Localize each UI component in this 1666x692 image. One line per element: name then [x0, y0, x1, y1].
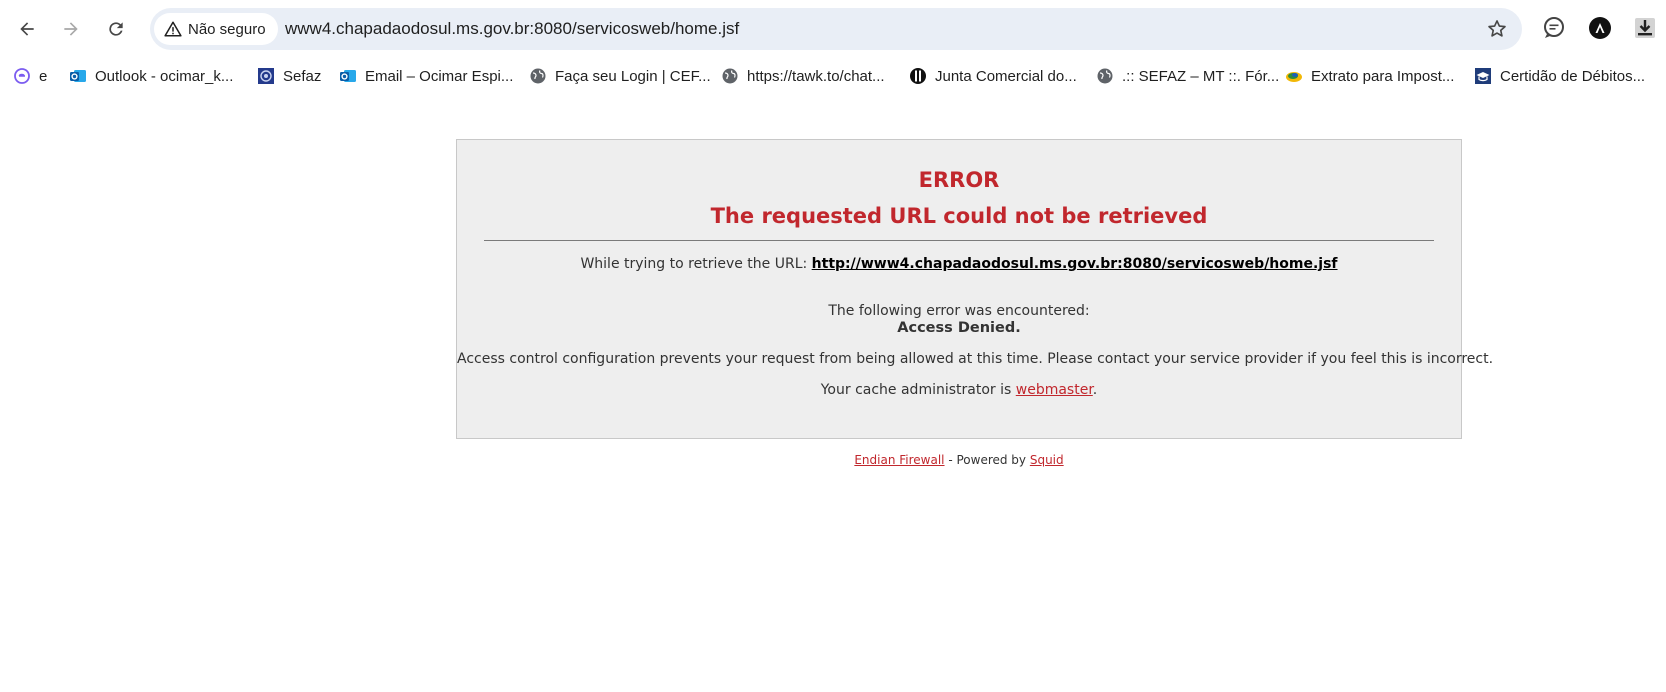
junta-icon [909, 67, 927, 85]
reload-icon [109, 22, 123, 36]
address-bar[interactable]: Não seguro www4.chapadaodosul.ms.gov.br:… [150, 8, 1522, 50]
reload-button[interactable] [100, 13, 132, 45]
sefaz-crest-icon [257, 67, 275, 85]
bookmark-item[interactable]: Junta Comercial do... [909, 65, 1077, 87]
cache-admin-prefix: Your cache administrator is [820, 382, 1016, 398]
bookmark-label: Email – Ocimar Espi... [365, 67, 514, 85]
bookmark-item[interactable]: Sefaz [257, 65, 321, 87]
download-icon [1635, 18, 1655, 38]
endian-firewall-link[interactable]: Endian Firewall [854, 453, 944, 467]
graduation-cap-icon [1474, 67, 1492, 85]
bookmark-label: Certidão de Débitos... [1500, 67, 1646, 85]
globe-icon [721, 67, 739, 85]
security-indicator[interactable]: Não seguro [154, 13, 278, 45]
bookmark-label: Extrato para Impost... [1311, 67, 1455, 85]
bookmark-label: .:: SEFAZ – MT ::. Fór... [1122, 67, 1280, 85]
bookmark-item[interactable]: Extrato para Impost... [1285, 65, 1454, 87]
bookmark-label: Faça seu Login | CEF... [555, 67, 711, 85]
bookmark-label: Outlook - ocimar_k... [95, 67, 234, 85]
receita-icon [1285, 67, 1303, 85]
webmaster-link[interactable]: webmaster [1016, 382, 1093, 398]
bookmark-item[interactable]: Faça seu Login | CEF... [529, 65, 711, 87]
globe-icon [529, 67, 547, 85]
download-button[interactable] [1632, 15, 1658, 41]
error-encountered-text: The following error was encountered: [828, 303, 1090, 319]
back-button[interactable] [11, 13, 43, 45]
footer: Endian Firewall - Powered by Squid [456, 453, 1462, 467]
star-icon[interactable] [1486, 18, 1508, 40]
cache-admin-suffix: . [1092, 382, 1098, 398]
extension-button[interactable] [1587, 15, 1613, 41]
chat-bubble-icon [1544, 17, 1564, 38]
bookmark-item[interactable]: Email – Ocimar Espi... [339, 65, 513, 87]
error-panel: ERROR The requested URL could not be ret… [456, 139, 1494, 439]
divider [484, 240, 1434, 241]
letter-a-circle-icon [1589, 17, 1611, 39]
retrieve-url-line: While trying to retrieve the URL: http:/… [457, 256, 1461, 272]
arrow-left-icon [20, 22, 34, 36]
bookmark-label: e [39, 67, 48, 85]
bookmark-item[interactable]: Certidão de Débitos... [1474, 65, 1645, 87]
bookmark-label: Sefaz [283, 67, 322, 85]
bookmarks-bar: e Outlook - ocimar_k... Sefaz Email – Oc… [0, 58, 1666, 94]
requested-url-link[interactable]: http://www4.chapadaodosul.ms.gov.br:8080… [812, 256, 1338, 272]
bookmark-item[interactable]: https://tawk.to/chat... [721, 65, 885, 87]
security-label: Não seguro [188, 20, 266, 38]
cache-admin-line: Your cache administrator is webmaster. [457, 382, 1461, 398]
squid-link[interactable]: Squid [1030, 453, 1064, 467]
footer-powered-by: - Powered by [944, 453, 1030, 467]
forward-button[interactable] [55, 13, 87, 45]
outlook-icon [69, 67, 87, 85]
bookmark-item[interactable]: .:: SEFAZ – MT ::. Fór... [1096, 65, 1279, 87]
swirl-e-icon [13, 67, 31, 85]
error-name: Access Denied. [897, 320, 1021, 336]
globe-icon [1096, 67, 1114, 85]
url-text[interactable]: www4.chapadaodosul.ms.gov.br:8080/servic… [285, 19, 739, 39]
bookmark-item[interactable]: e [13, 65, 47, 87]
error-description: Access control configuration prevents yo… [457, 351, 1494, 367]
bookmark-label: https://tawk.to/chat... [747, 67, 885, 85]
error-subtitle: The requested URL could not be retrieved [710, 204, 1208, 228]
bookmark-item[interactable]: Outlook - ocimar_k... [69, 65, 233, 87]
warning-triangle-icon [164, 21, 182, 37]
extension-button[interactable] [1541, 15, 1567, 41]
browser-toolbar: Não seguro www4.chapadaodosul.ms.gov.br:… [0, 0, 1666, 58]
error-title: ERROR [918, 168, 1000, 192]
arrow-right-icon [64, 22, 78, 36]
retrieve-url-prefix: While trying to retrieve the URL: [580, 256, 812, 272]
outlook-icon [339, 67, 357, 85]
bookmark-label: Junta Comercial do... [935, 67, 1077, 85]
